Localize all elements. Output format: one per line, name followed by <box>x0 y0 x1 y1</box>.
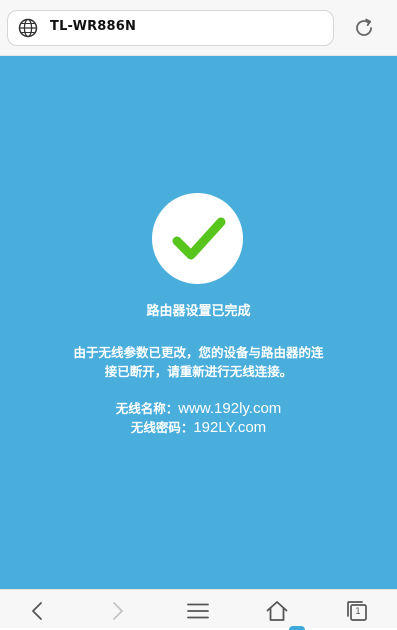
globe-icon <box>18 18 38 38</box>
password-value: 192LY.com <box>193 419 267 436</box>
status-message-line: 接已断开，请重新进行无线连接。 <box>104 364 293 379</box>
ssid-row: 无线名称：www.192ly.com <box>0 399 397 418</box>
success-badge <box>152 193 243 284</box>
router-status-page: 路由器设置已完成 由于无线参数已更改，您的设备与路由器的连 接已断开，请重新进行… <box>0 56 397 589</box>
password-label: 无线密码： <box>130 420 194 435</box>
home-icon[interactable] <box>265 599 289 623</box>
home-indicator <box>289 626 305 630</box>
browser-bottom-bar: 1 <box>0 589 397 628</box>
wireless-info: 无线名称：www.192ly.com 无线密码：192LY.com <box>0 399 397 437</box>
ssid-value: www.192ly.com <box>178 400 282 417</box>
address-bar[interactable]: TL-WR886N <box>7 10 334 46</box>
browser-top-bar: TL-WR886N <box>0 0 397 56</box>
forward-icon[interactable] <box>105 599 129 623</box>
back-icon[interactable] <box>26 599 50 623</box>
status-message-line: 由于无线参数已更改，您的设备与路由器的连 <box>73 345 324 360</box>
status-message: 由于无线参数已更改，您的设备与路由器的连 接已断开，请重新进行无线连接。 <box>0 343 397 381</box>
address-text: TL-WR886N <box>50 19 137 34</box>
tab-count: 1 <box>355 607 361 617</box>
reload-icon[interactable] <box>353 17 375 39</box>
tabs-icon[interactable]: 1 <box>345 599 369 623</box>
password-row: 无线密码：192LY.com <box>0 418 397 437</box>
check-icon <box>172 217 226 260</box>
status-title: 路由器设置已完成 <box>146 304 251 319</box>
ssid-label: 无线名称： <box>115 401 179 416</box>
menu-icon[interactable] <box>186 599 210 623</box>
